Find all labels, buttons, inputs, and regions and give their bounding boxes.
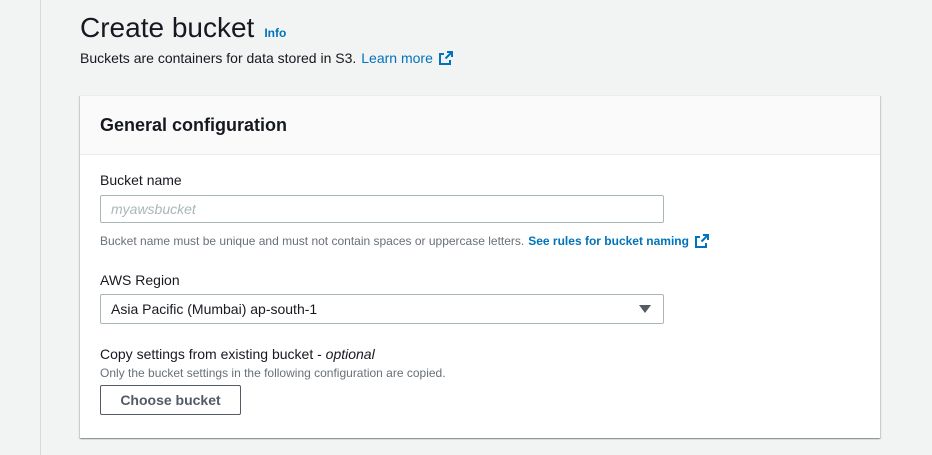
bucket-name-hint: Bucket name must be unique and must not … [100,233,710,249]
learn-more-link[interactable]: Learn more [361,50,454,66]
panel-title: General configuration [100,114,288,135]
copy-settings-hint-text: Only the bucket settings in the followin… [100,366,446,380]
title-row: Create bucket Info [80,8,454,48]
external-link-icon [438,50,454,66]
info-link[interactable]: Info [264,26,286,40]
panel-header: General configuration [80,96,880,155]
bucket-name-input[interactable] [100,195,664,223]
copy-settings-label: Copy settings from existing bucket - opt… [100,346,375,362]
external-link-icon[interactable] [694,233,710,249]
general-configuration-panel: General configuration Bucket name Bucket… [80,95,880,438]
learn-more-label: Learn more [361,50,433,66]
aws-region-select[interactable]: Asia Pacific (Mumbai) ap-south-1 [100,294,664,324]
aws-region-selected-value: Asia Pacific (Mumbai) ap-south-1 [111,301,318,317]
bucket-name-hint-text: Bucket name must be unique and must not … [100,234,525,248]
page-description-text: Buckets are containers for data stored i… [80,50,357,66]
aws-region-label: AWS Region [100,272,180,288]
page-header: Create bucket Info Buckets are container… [80,8,454,66]
bucket-naming-rules-link[interactable]: See rules for bucket naming [528,234,689,248]
choose-bucket-button[interactable]: Choose bucket [100,385,241,415]
page-title: Create bucket [80,12,255,43]
page-description: Buckets are containers for data stored i… [80,50,454,66]
copy-settings-label-text: Copy settings from existing bucket - [100,346,326,362]
optional-tag: optional [325,346,375,362]
left-nav-divider [40,0,41,455]
copy-settings-hint: Only the bucket settings in the followin… [100,366,446,380]
caret-down-icon [639,305,651,313]
bucket-name-label: Bucket name [100,172,182,188]
